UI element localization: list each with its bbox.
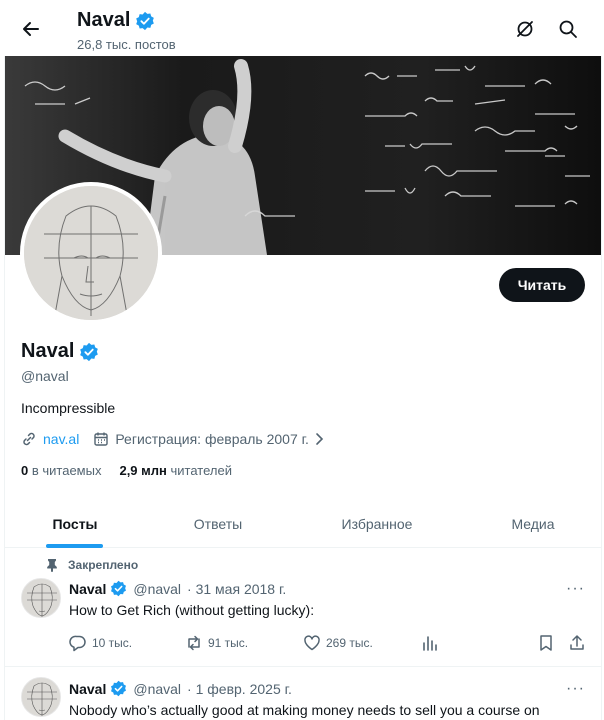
following-stat[interactable]: 0 в читаемых: [21, 463, 101, 478]
post-author-handle[interactable]: @naval: [133, 581, 181, 597]
share-icon: [570, 635, 584, 650]
profile-name: Naval: [21, 340, 99, 363]
verified-badge-icon: [136, 11, 155, 30]
profile-name-text: Naval: [21, 340, 75, 362]
post-date[interactable]: · 1 февр. 2025 г.: [187, 681, 292, 697]
profile-bio: Incompressible: [21, 400, 116, 416]
followers-stat[interactable]: 2,9 млн читателей: [119, 463, 232, 478]
pin-icon: [47, 559, 57, 572]
post-header: Naval @naval · 1 февр. 2025 г.: [69, 680, 292, 697]
website-link[interactable]: nav.al: [43, 431, 79, 447]
following-label: в читаемых: [31, 463, 102, 478]
reply-button[interactable]: 10 тыс.: [69, 634, 132, 652]
post-text: Nobody who’s actually good at making mon…: [69, 702, 540, 718]
verified-badge-icon: [111, 580, 127, 597]
header-posts-count: 26,8 тыс. постов: [77, 37, 176, 52]
reply-icon: [69, 635, 86, 652]
followers-count: 2,9 млн: [119, 463, 167, 478]
post-author-name[interactable]: Naval: [69, 581, 106, 597]
follow-button[interactable]: Читать: [499, 268, 585, 302]
heart-icon: [304, 635, 320, 651]
post-header: Naval @naval · 31 мая 2018 г.: [69, 580, 286, 597]
post-avatar[interactable]: [21, 677, 61, 717]
header-name-text: Naval: [77, 9, 131, 31]
bookmark-icon: [540, 635, 552, 651]
post-author-handle[interactable]: @naval: [133, 681, 181, 697]
verified-badge-icon[interactable]: [79, 342, 99, 362]
back-button[interactable]: [14, 12, 48, 46]
link-icon: [23, 432, 35, 446]
post-more-button[interactable]: ···: [566, 580, 585, 598]
tab-highlights[interactable]: Избранное: [318, 500, 436, 548]
header-name: Naval: [77, 9, 155, 32]
joined-text: Регистрация: февраль 2007 г.: [115, 431, 309, 447]
followers-label: читателей: [170, 463, 232, 478]
avatar-sketch-image: [24, 186, 158, 320]
profile-joined[interactable]: Регистрация: февраль 2007 г.: [93, 431, 325, 447]
bookmark-button[interactable]: [537, 634, 555, 652]
grok-icon: [517, 21, 533, 37]
pinned-label: Закреплено: [46, 558, 138, 572]
tab-posts[interactable]: Посты: [22, 500, 128, 548]
following-count: 0: [21, 463, 29, 478]
chevron-right-icon: [316, 433, 324, 445]
repost-count: 91 тыс.: [208, 636, 249, 650]
right-border: [601, 0, 602, 720]
active-tab-indicator: [46, 544, 103, 548]
like-button[interactable]: 269 тыс.: [303, 634, 373, 652]
post-text: How to Get Rich (without getting lucky):: [69, 602, 315, 618]
tab-replies[interactable]: Ответы: [165, 500, 271, 548]
calendar-icon: [94, 432, 109, 446]
share-button[interactable]: [568, 634, 586, 652]
profile-avatar[interactable]: [20, 182, 162, 324]
profile-website[interactable]: nav.al: [21, 431, 79, 447]
post-author-name[interactable]: Naval: [69, 681, 106, 697]
repost-icon: [188, 635, 200, 651]
post-avatar[interactable]: [21, 578, 61, 618]
pinned-text: Закреплено: [68, 558, 139, 572]
tab-media[interactable]: Медиа: [480, 500, 586, 548]
views-icon: [423, 636, 437, 651]
search-icon: [559, 20, 577, 38]
profile-meta: nav.al Регистрация: февраль 2007 г.: [21, 431, 325, 447]
search-button[interactable]: [552, 13, 584, 45]
top-header: Naval 26,8 тыс. постов: [0, 0, 604, 56]
verified-badge-icon: [111, 680, 127, 697]
follow-stats: 0 в читаемых 2,9 млн читателей: [21, 463, 232, 478]
like-count: 269 тыс.: [326, 636, 373, 650]
post-more-button[interactable]: ···: [566, 680, 585, 698]
profile-handle: @naval: [21, 368, 69, 384]
post-divider: [5, 666, 601, 667]
post-date[interactable]: · 31 мая 2018 г.: [187, 581, 286, 597]
repost-button[interactable]: 91 тыс.: [185, 634, 248, 652]
reply-count: 10 тыс.: [92, 636, 133, 650]
profile-tabs: Посты Ответы Избранное Медиа: [5, 500, 601, 548]
avatar-sketch-image: [22, 678, 60, 716]
avatar-sketch-image: [22, 579, 60, 617]
arrow-left-icon: [23, 22, 39, 36]
grok-button[interactable]: [509, 13, 541, 45]
views-button[interactable]: [421, 634, 439, 652]
